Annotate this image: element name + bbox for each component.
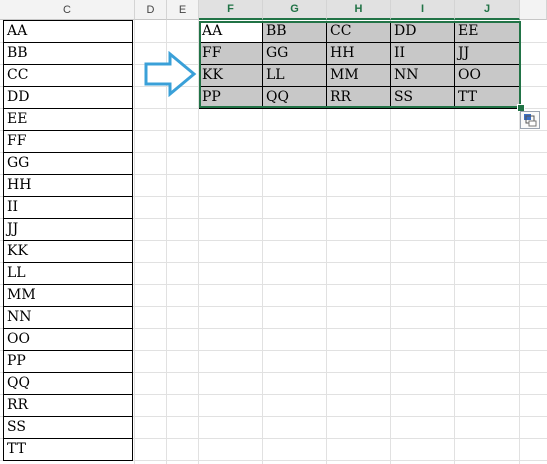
column-header-c[interactable]: C <box>0 0 135 20</box>
source-cell[interactable]: CC <box>3 65 133 87</box>
source-cell[interactable]: QQ <box>3 373 133 395</box>
transposed-cell[interactable]: PP <box>199 87 263 109</box>
spreadsheet: CDEFGHIJ AA BB CC DD EE FF GG HH II JJ KK LL MM NN OO P… <box>0 0 547 464</box>
transposed-cell[interactable]: EE <box>455 21 520 43</box>
source-cell[interactable]: BB <box>3 43 133 65</box>
column-header-i[interactable]: I <box>391 0 455 20</box>
source-cell[interactable]: TT <box>3 439 133 461</box>
column-header-h[interactable]: H <box>327 0 391 20</box>
column-header-blank <box>520 0 547 20</box>
source-cell[interactable]: SS <box>3 417 133 439</box>
column-header-f[interactable]: F <box>199 0 263 20</box>
source-cell[interactable]: KK <box>3 241 133 263</box>
transposed-cell[interactable]: II <box>391 43 455 65</box>
transposed-cell[interactable]: DD <box>391 21 455 43</box>
transposed-cell[interactable]: QQ <box>263 87 327 109</box>
transposed-cell[interactable]: BB <box>263 21 327 43</box>
transposed-cell[interactable]: LL <box>263 65 327 87</box>
transposed-cell[interactable]: RR <box>327 87 391 109</box>
source-cell[interactable]: GG <box>3 153 133 175</box>
transposed-cell[interactable]: SS <box>391 87 455 109</box>
source-cell[interactable]: FF <box>3 131 133 153</box>
transposed-cell[interactable]: HH <box>327 43 391 65</box>
paste-options-button[interactable] <box>520 111 540 129</box>
source-cell[interactable]: EE <box>3 109 133 131</box>
transposed-cell[interactable]: TT <box>455 87 520 109</box>
transposed-cell[interactable]: GG <box>263 43 327 65</box>
transposed-cell[interactable]: NN <box>391 65 455 87</box>
transposed-cell[interactable]: OO <box>455 65 520 87</box>
source-cell[interactable]: HH <box>3 175 133 197</box>
source-cell[interactable]: DD <box>3 87 133 109</box>
transposed-cell[interactable]: MM <box>327 65 391 87</box>
source-cell[interactable]: OO <box>3 329 133 351</box>
source-cell[interactable]: JJ <box>3 219 133 241</box>
source-cell[interactable]: LL <box>3 263 133 285</box>
paste-options-icon <box>524 114 537 127</box>
column-header-j[interactable]: J <box>455 0 520 20</box>
source-cell[interactable]: II <box>3 197 133 219</box>
transposed-cell[interactable]: KK <box>199 65 263 87</box>
column-header-e[interactable]: E <box>167 0 199 20</box>
source-cell[interactable]: AA <box>3 20 133 43</box>
source-cell[interactable]: RR <box>3 395 133 417</box>
column-header-d[interactable]: D <box>135 0 167 20</box>
transposed-cell[interactable]: JJ <box>455 43 520 65</box>
source-cell[interactable]: NN <box>3 307 133 329</box>
transposed-cell[interactable]: CC <box>327 21 391 43</box>
column-header-g[interactable]: G <box>263 0 327 20</box>
source-cell[interactable]: PP <box>3 351 133 373</box>
active-cell[interactable]: AA <box>199 21 263 43</box>
right-arrow-icon <box>144 51 197 97</box>
transposed-cell[interactable]: FF <box>199 43 263 65</box>
source-cell[interactable]: MM <box>3 285 133 307</box>
